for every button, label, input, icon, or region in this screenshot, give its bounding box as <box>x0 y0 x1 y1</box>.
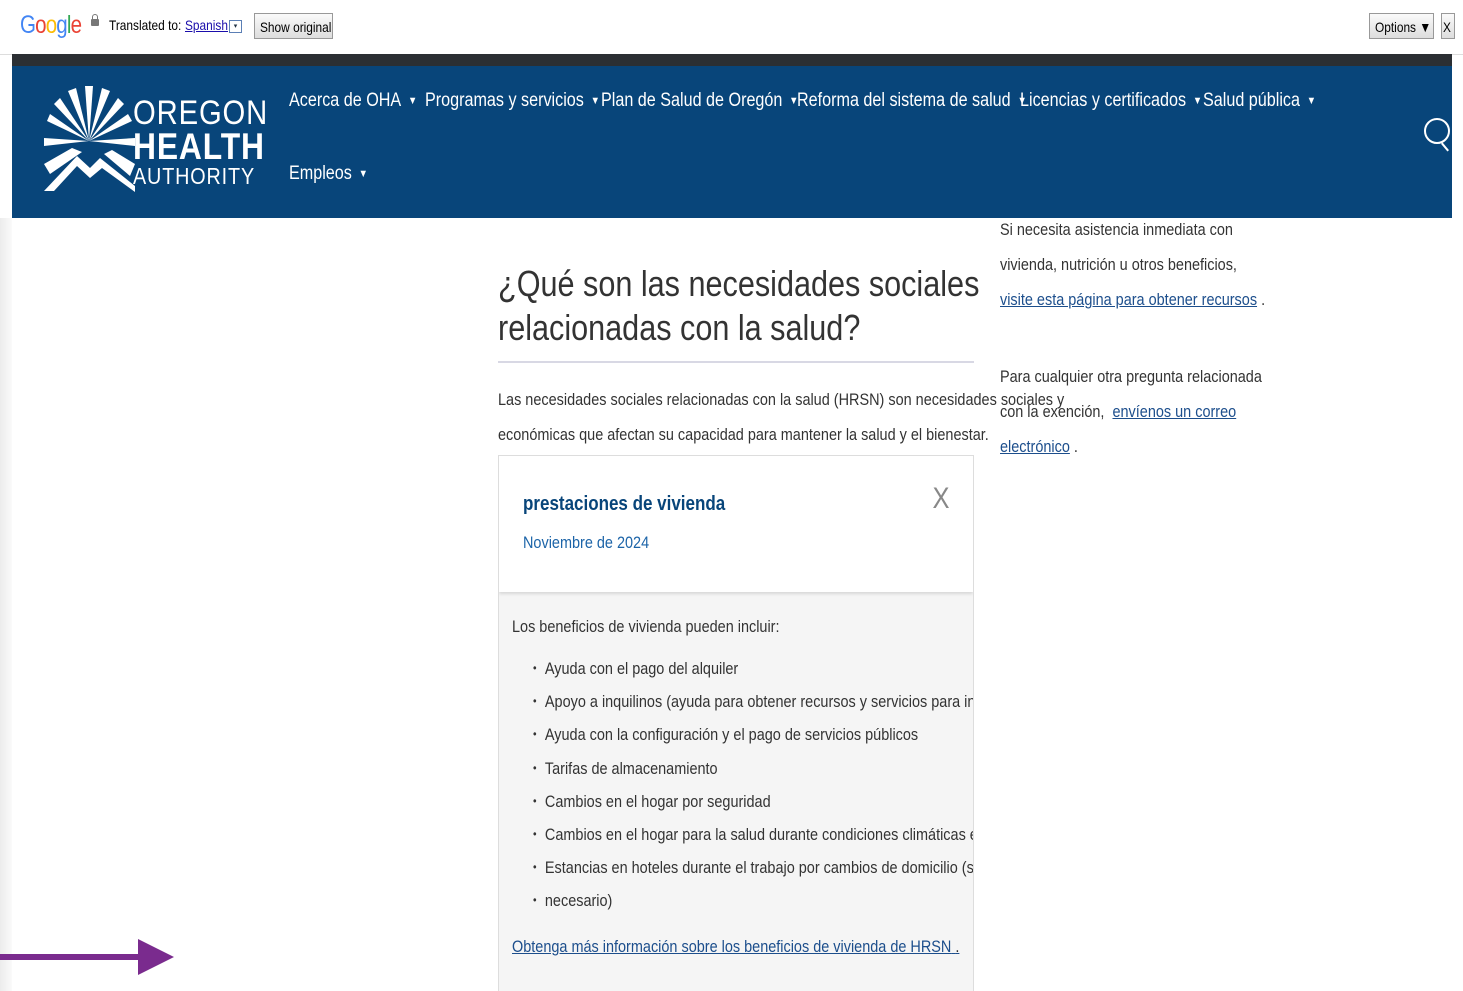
sidebar-suffix: . <box>1073 437 1078 456</box>
nav-item-salud-publica[interactable]: Salud pública ▼ <box>1203 90 1316 112</box>
header-top-strip <box>12 54 1452 66</box>
site-header: OREGON HEALTH AUTHORITY Acerca de OHA ▼ P… <box>12 66 1452 218</box>
translate-bar: Google Translated to: Spanish ▾ Show ori… <box>0 0 1463 55</box>
logo-letter: e <box>70 11 82 39</box>
caret-down-icon: ▼ <box>358 168 368 180</box>
logo-oregon: OREGON <box>133 94 269 132</box>
accordion-body: Los beneficios de vivienda pueden inclui… <box>499 592 973 991</box>
intro-paragraph: Las necesidades sociales relacionadas co… <box>498 382 1064 452</box>
options-button[interactable]: Options ▼ <box>1369 13 1434 39</box>
nav-label: Plan de Salud de Oregón <box>601 90 783 111</box>
nav-label: Programas y servicios <box>425 90 584 111</box>
title-divider <box>498 361 974 363</box>
nav-item-licencias[interactable]: Licencias y certificados ▼ <box>1020 90 1202 112</box>
hrsn-housing-link[interactable]: Obtenga más información sobre los benefi… <box>512 937 959 957</box>
nav-label: Reforma del sistema de salud <box>797 90 1011 111</box>
resources-link[interactable]: visite esta página para obtener recursos <box>1000 290 1257 309</box>
intro-line: económicas que afectan su capacidad para… <box>498 425 989 444</box>
sidebar-text: electrónico . <box>1000 429 1265 464</box>
lock-icon <box>91 14 99 26</box>
list-item: Tarifas de almacenamiento <box>533 752 973 785</box>
link-suffix: . <box>955 937 960 956</box>
close-icon[interactable]: X <box>933 482 950 516</box>
show-original-label: Show original <box>260 19 332 35</box>
accordion-title: prestaciones de vivienda <box>523 493 726 515</box>
caret-down-icon: ▼ <box>1306 95 1317 107</box>
arrow-icon <box>138 939 174 975</box>
email-link-continued[interactable]: electrónico <box>1000 437 1070 456</box>
nav-item-plan-de-salud[interactable]: Plan de Salud de Oregón ▼ <box>601 90 798 112</box>
logo-health: HEALTH <box>133 126 265 167</box>
page-left-edge <box>0 218 12 991</box>
page-title: ¿Qué son las necesidades sociales relaci… <box>498 262 979 350</box>
language-dropdown-icon[interactable]: ▾ <box>229 20 242 33</box>
sidebar-text: visite esta página para obtener recursos… <box>1000 282 1265 317</box>
hrsn-housing-link-text[interactable]: Obtenga más información sobre los benefi… <box>512 937 951 956</box>
sidebar-text: Para cualquier otra pregunta relacionada <box>1000 367 1262 386</box>
oha-logo-icon[interactable] <box>42 86 137 196</box>
sidebar: Si necesita asistencia inmediata con viv… <box>1000 212 1265 464</box>
translated-to-label: Translated to: <box>109 17 182 33</box>
nav-label: Salud pública <box>1203 90 1300 111</box>
nav-label: Licencias y certificados <box>1020 90 1187 111</box>
arrow-shaft <box>0 954 140 960</box>
intro-line: Las necesidades sociales relacionadas co… <box>498 390 1065 409</box>
sidebar-text: Si necesita asistencia inmediata con <box>1000 220 1233 239</box>
show-original-button[interactable]: Show original <box>254 13 333 39</box>
email-link[interactable]: envíenos un correo <box>1112 402 1236 421</box>
sidebar-prefix: con la exención, <box>1000 402 1105 421</box>
list-item: Cambios en el hogar para la salud durant… <box>533 818 973 851</box>
logo-letter: g <box>56 11 67 39</box>
nav-item-programas[interactable]: Programas y servicios ▼ <box>425 90 600 112</box>
benefits-list: Ayuda con el pago del alquiler Apoyo a i… <box>533 652 973 918</box>
sidebar-text: vivienda, nutrición u otros beneficios, <box>1000 255 1237 274</box>
search-icon[interactable] <box>1424 118 1450 144</box>
list-item-continuation: necesario) <box>533 884 973 917</box>
close-translate-button[interactable]: X <box>1441 13 1455 39</box>
nav-label: Acerca de OHA <box>289 90 402 111</box>
nav-item-empleos[interactable]: Empleos ▼ <box>289 163 368 185</box>
logo-letter: o <box>35 11 46 39</box>
page-title-line: ¿Qué son las necesidades sociales <box>498 263 980 304</box>
nav-item-reforma[interactable]: Reforma del sistema de salud ▼ <box>797 90 1027 112</box>
list-item: Apoyo a inquilinos (ayuda para obtener r… <box>533 685 973 718</box>
logo-letter: o <box>45 11 57 39</box>
list-item: Ayuda con la configuración y el pago de … <box>533 718 973 751</box>
list-item: Estancias en hoteles durante el trabajo … <box>533 851 973 884</box>
accordion-date: Noviembre de 2024 <box>523 533 650 552</box>
housing-benefits-accordion: prestaciones de vivienda Noviembre de 20… <box>498 455 974 991</box>
logo-authority: AUTHORITY <box>133 163 256 189</box>
page-title-line: relacionadas con la salud? <box>498 307 861 348</box>
options-label: Options ▼ <box>1375 19 1432 35</box>
oha-logo-text[interactable]: OREGON HEALTH AUTHORITY <box>133 96 290 189</box>
list-item: Cambios en el hogar por seguridad <box>533 785 973 818</box>
sidebar-suffix: . <box>1261 290 1266 309</box>
language-link[interactable]: Spanish <box>185 17 228 33</box>
accordion-header[interactable]: prestaciones de vivienda Noviembre de 20… <box>499 456 973 592</box>
sidebar-text: con la exención, envíenos un correo <box>1000 394 1265 429</box>
caret-down-icon: ▼ <box>408 95 418 107</box>
close-icon: X <box>1443 19 1451 35</box>
caret-down-icon: ▼ <box>590 95 600 107</box>
nav-label: Empleos <box>289 163 352 184</box>
logo-letter: G <box>20 11 36 39</box>
google-logo: Google <box>20 11 82 40</box>
nav-item-acerca[interactable]: Acerca de OHA ▼ <box>289 90 417 112</box>
caret-down-icon: ▼ <box>1192 95 1203 107</box>
benefits-lead: Los beneficios de vivienda pueden inclui… <box>512 617 780 636</box>
list-item: Ayuda con el pago del alquiler <box>533 652 973 685</box>
